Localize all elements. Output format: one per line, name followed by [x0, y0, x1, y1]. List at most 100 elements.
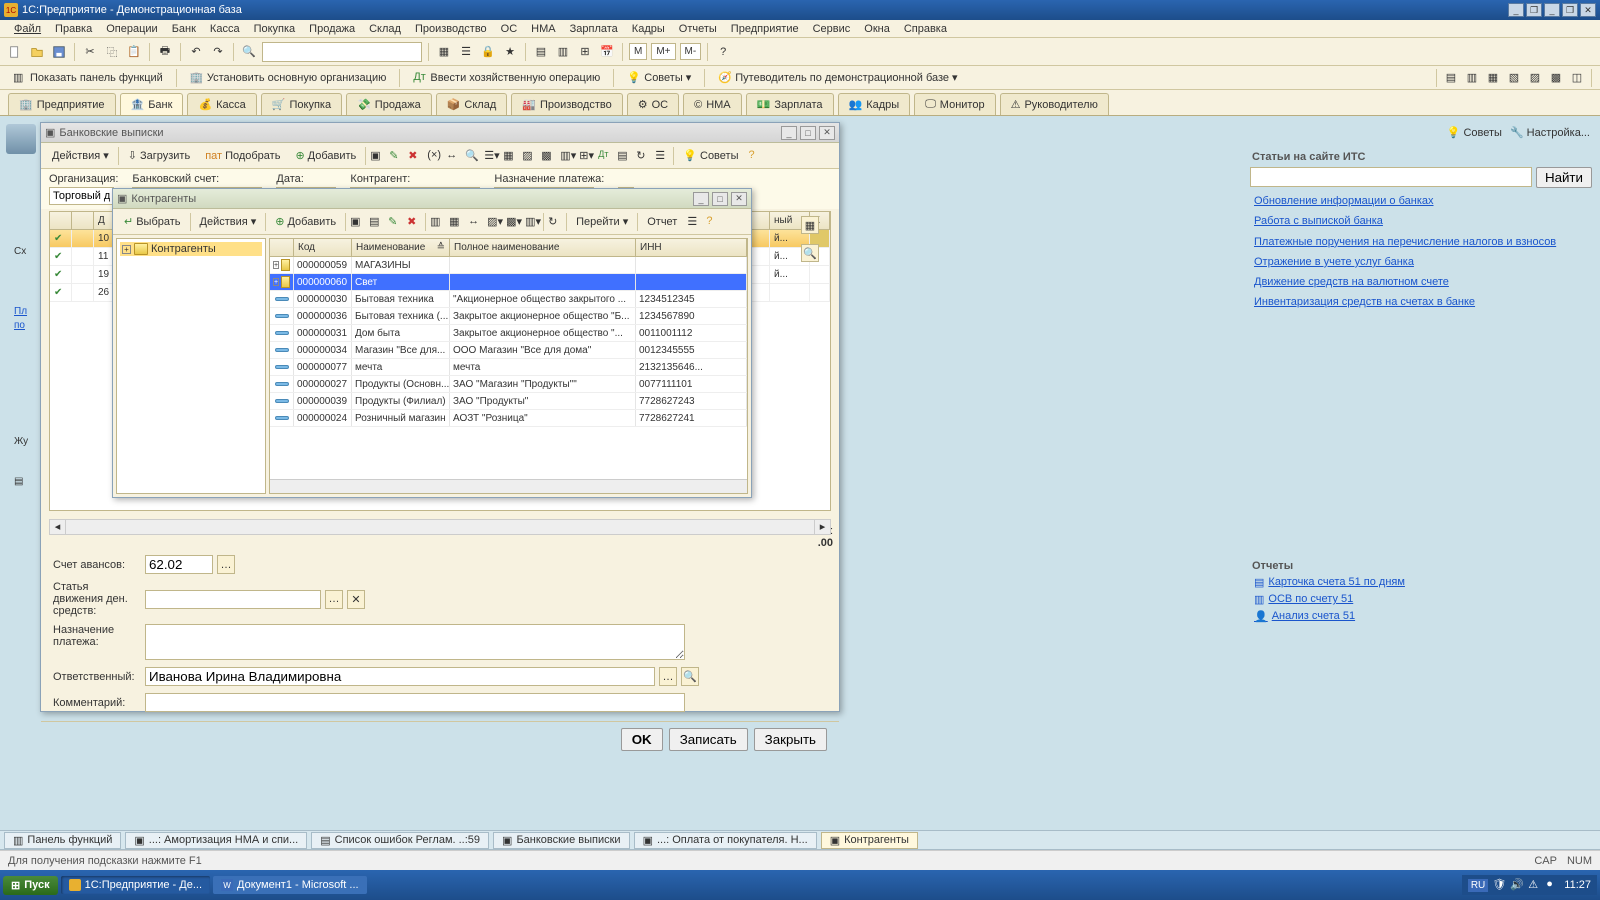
resp-pick-button[interactable]: … — [659, 667, 677, 686]
menu-salary[interactable]: Зарплата — [566, 22, 622, 36]
grid-row[interactable]: 000000077мечтамечта2132135646... — [270, 359, 747, 376]
tbicon-12[interactable]: ⊞▾ — [578, 148, 594, 164]
child-minimize-button[interactable]: _ — [1544, 3, 1560, 17]
menu-hr[interactable]: Кадры — [628, 22, 669, 36]
cicon-del[interactable]: ✖ — [406, 214, 422, 230]
dock-contra[interactable]: ▣Контрагенты — [821, 832, 918, 849]
tray-icon-3[interactable]: ⚠ — [1528, 878, 1542, 892]
tray-icon-1[interactable]: 🛡 — [1492, 878, 1506, 892]
bank-tips-button[interactable]: 💡Советы — [677, 146, 744, 165]
bank-min-button[interactable]: _ — [781, 126, 797, 140]
rtool1-icon[interactable]: ▤ — [1442, 69, 1460, 87]
contra-max-button[interactable]: □ — [712, 192, 728, 206]
tbicon-refresh[interactable]: ↻ — [635, 148, 651, 164]
contra-close-button[interactable]: ✕ — [731, 192, 747, 206]
cicon-edit[interactable]: ✎ — [387, 214, 403, 230]
lang-indicator[interactable]: RU — [1468, 879, 1488, 892]
dds-pick-button[interactable]: … — [325, 590, 343, 609]
grid-row[interactable]: 000000024Розничный магазинАОЗТ "Розница"… — [270, 410, 747, 427]
dock-payment[interactable]: ▣...: Оплата от покупателя. Н... — [634, 832, 817, 849]
org-input[interactable] — [49, 187, 114, 205]
tab-hr[interactable]: 👥Кадры — [838, 93, 911, 115]
contra-add-button[interactable]: ⊕Добавить — [269, 212, 342, 231]
cicon-8[interactable]: ▨▾ — [486, 214, 502, 230]
menu-service[interactable]: Сервис — [809, 22, 855, 36]
contra-select-button[interactable]: ↵Выбрать — [118, 212, 187, 231]
tab-production[interactable]: 🏭Производство — [511, 93, 622, 115]
tab-enterprise[interactable]: 🏢Предприятие — [8, 93, 116, 115]
grid-row[interactable]: +000000060Свет — [270, 274, 747, 291]
tray-icon-4[interactable]: ● — [1546, 878, 1560, 892]
menu-os[interactable]: ОС — [497, 22, 522, 36]
menu-operations[interactable]: Операции — [102, 22, 161, 36]
star-icon[interactable]: ★ — [501, 43, 519, 61]
new-icon[interactable] — [6, 43, 24, 61]
tbicon-7[interactable]: ☰▾ — [483, 148, 499, 164]
undo-icon[interactable]: ↶ — [187, 43, 205, 61]
clock[interactable]: 11:27 — [1564, 879, 1591, 891]
menu-windows[interactable]: Окна — [860, 22, 894, 36]
bank-add-button[interactable]: ⊕Добавить — [289, 146, 362, 165]
resp-input[interactable] — [145, 667, 655, 686]
set-main-org-button[interactable]: 🏢Установить основную организацию — [183, 68, 394, 88]
report-link-1[interactable]: ▥ОСВ по счету 51 — [1254, 593, 1588, 606]
copy-icon[interactable]: ⿻ — [103, 43, 121, 61]
tbicon-edit[interactable]: ✎ — [388, 148, 404, 164]
dock-errors[interactable]: ▤Список ошибок Реглам. ..:59 — [311, 832, 489, 849]
task-1c[interactable]: 1С:Предприятие - Де... — [61, 876, 210, 894]
enter-operation-button[interactable]: ДтВвести хозяйственную операцию — [406, 68, 607, 88]
cicon-6[interactable]: ▦ — [448, 214, 464, 230]
tab-os[interactable]: ⚙ОС — [627, 93, 679, 115]
bank-actions-menu[interactable]: Действия ▾ — [46, 146, 115, 165]
bank-max-button[interactable]: □ — [800, 126, 816, 140]
save-icon[interactable] — [50, 43, 68, 61]
col-inn[interactable]: ИНН — [636, 239, 747, 256]
tbicon-5[interactable]: ↔ — [445, 148, 461, 164]
open-icon[interactable] — [28, 43, 46, 61]
calc-icon[interactable]: ⊞ — [576, 43, 594, 61]
tab-manager[interactable]: ⚠Руководителю — [1000, 93, 1109, 115]
contra-report-button[interactable]: Отчет — [641, 213, 683, 231]
its-link-4[interactable]: Движение средств на валютном счете — [1254, 275, 1588, 289]
grid-row[interactable]: +000000059МАГАЗИНЫ — [270, 257, 747, 274]
menu-kassa[interactable]: Касса — [206, 22, 244, 36]
restore-button[interactable]: ❐ — [1526, 3, 1542, 17]
tree-icon[interactable]: ☰ — [457, 43, 475, 61]
tbicon-8[interactable]: ▦ — [502, 148, 518, 164]
tbicon-del[interactable]: ✖ — [407, 148, 423, 164]
guide-button[interactable]: 🧭Путеводитель по демонстрационной базе▾ — [711, 68, 964, 88]
contra-min-button[interactable]: _ — [693, 192, 709, 206]
search-icon[interactable]: 🔍 — [801, 244, 819, 262]
tab-salary[interactable]: 💵Зарплата — [746, 93, 834, 115]
tbicon-16[interactable]: ☰ — [654, 148, 670, 164]
advance-input[interactable] — [145, 555, 213, 574]
memory-mminus[interactable]: M- — [680, 43, 702, 60]
doc2-icon[interactable]: ▥ — [554, 43, 572, 61]
menu-production[interactable]: Производство — [411, 22, 491, 36]
cicon-refresh[interactable]: ↻ — [547, 214, 563, 230]
menu-enterprise[interactable]: Предприятие — [727, 22, 803, 36]
grid-row[interactable]: 000000030Бытовая техника"Акционерное общ… — [270, 291, 747, 308]
left-link-1[interactable]: Пл — [14, 306, 27, 317]
cicon-help[interactable]: ? — [705, 214, 721, 230]
grid-icon[interactable]: ▦ — [435, 43, 453, 61]
dock-bank[interactable]: ▣Банковские выписки — [493, 832, 630, 849]
close-button[interactable]: Закрыть — [754, 728, 827, 751]
grid-row[interactable]: 000000031Дом бытаЗакрытое акционерное об… — [270, 325, 747, 342]
comment-input[interactable] — [145, 693, 685, 712]
minimize-button[interactable]: _ — [1508, 3, 1524, 17]
doc-icon[interactable]: ▤ — [532, 43, 550, 61]
cicon-1[interactable]: ▣ — [349, 214, 365, 230]
grid-row[interactable]: 000000039Продукты (Филиал)ЗАО "Продукты"… — [270, 393, 747, 410]
its-search-input[interactable] — [1250, 167, 1532, 187]
search-dropdown[interactable] — [262, 42, 422, 62]
rtool4-icon[interactable]: ▧ — [1505, 69, 1523, 87]
close-button[interactable]: ✕ — [1580, 3, 1596, 17]
bank-load-button[interactable]: ⇩Загрузить — [122, 146, 196, 165]
ok-button[interactable]: OK — [621, 728, 663, 751]
tbicon-1[interactable]: ▣ — [369, 148, 385, 164]
rtool7-icon[interactable]: ◫ — [1568, 69, 1586, 87]
menu-edit[interactable]: Правка — [51, 22, 96, 36]
tab-purchase[interactable]: 🛒Покупка — [261, 93, 342, 115]
dds-clear-button[interactable]: ✕ — [347, 590, 365, 609]
